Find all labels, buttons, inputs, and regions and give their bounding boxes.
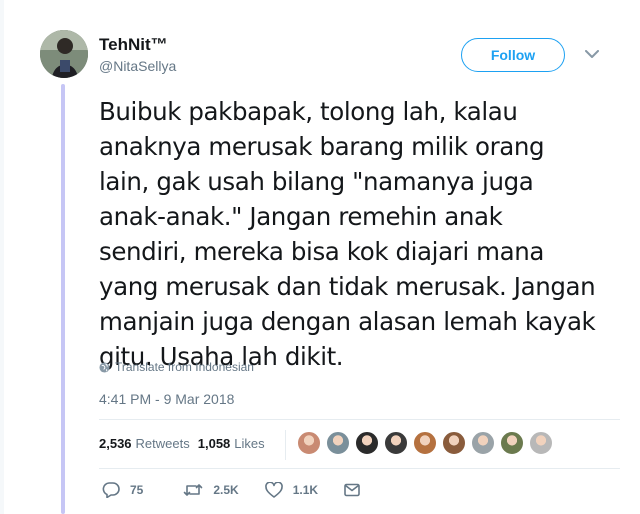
envelope-icon xyxy=(344,483,360,497)
like-count: 1.1K xyxy=(292,483,319,497)
display-name[interactable]: TehNit™ xyxy=(99,35,168,55)
liker-avatar[interactable] xyxy=(326,431,350,455)
reply-icon xyxy=(102,482,120,498)
reply-count: 75 xyxy=(130,483,144,497)
timestamp[interactable]: 4:41 PM - 9 Mar 2018 xyxy=(99,391,234,407)
tweet-line: anaknya merusak barang milik orang xyxy=(99,132,545,161)
engagement-stats: 2,536 Retweets 1,058 Likes xyxy=(99,436,265,451)
user-handle[interactable]: @NitaSellya xyxy=(99,58,176,74)
liker-avatar[interactable] xyxy=(500,431,524,455)
likes-count[interactable]: 1,058 xyxy=(198,436,231,451)
reply-button[interactable]: 75 xyxy=(102,482,143,498)
liker-avatar[interactable] xyxy=(297,431,321,455)
retweet-icon xyxy=(184,484,203,496)
follow-button[interactable]: Follow xyxy=(461,38,565,72)
liker-avatar[interactable] xyxy=(442,431,466,455)
liker-avatar[interactable] xyxy=(529,431,553,455)
retweets-count[interactable]: 2,536 xyxy=(99,436,132,451)
tweet-line: manjain juga dengan alasan lemah kayak xyxy=(99,307,596,336)
thread-line xyxy=(61,84,65,514)
liker-avatar[interactable] xyxy=(355,431,379,455)
liker-avatar[interactable] xyxy=(384,431,408,455)
retweets-label[interactable]: Retweets xyxy=(136,436,190,451)
tweet-line: yang merusak dan tidak merusak. Jangan xyxy=(99,272,596,301)
globe-icon xyxy=(99,361,110,373)
liker-avatar[interactable] xyxy=(413,431,437,455)
page-gutter xyxy=(0,0,4,514)
heart-icon xyxy=(264,482,283,498)
chevron-down-icon[interactable] xyxy=(583,45,601,63)
tweet-text: Buibuk pakbapak, tolong lah, kalau anakn… xyxy=(99,94,619,374)
liker-avatars xyxy=(297,431,558,455)
like-button[interactable]: 1.1K xyxy=(264,482,319,498)
tweet-line: Buibuk pakbapak, tolong lah, kalau xyxy=(99,97,518,126)
translate-link[interactable]: Translate from Indonesian xyxy=(99,360,254,374)
retweet-button[interactable]: 2.5K xyxy=(183,482,239,498)
divider xyxy=(99,468,620,469)
likes-label[interactable]: Likes xyxy=(234,436,264,451)
translate-label: Translate from Indonesian xyxy=(115,360,254,374)
tweet-line: sendiri, mereka bisa kok diajari mana xyxy=(99,237,544,266)
retweet-count: 2.5K xyxy=(213,483,239,497)
action-bar: 75 2.5K 1.1K xyxy=(102,482,396,498)
divider xyxy=(99,419,620,420)
tweet-line: lain, gak usah bilang "namanya juga xyxy=(99,167,534,196)
liker-avatar[interactable] xyxy=(471,431,495,455)
stats-divider xyxy=(285,430,286,460)
direct-message-button[interactable] xyxy=(344,483,370,497)
tweet-line: anak-anak." Jangan remehin anak xyxy=(99,202,503,231)
avatar[interactable] xyxy=(40,30,88,78)
